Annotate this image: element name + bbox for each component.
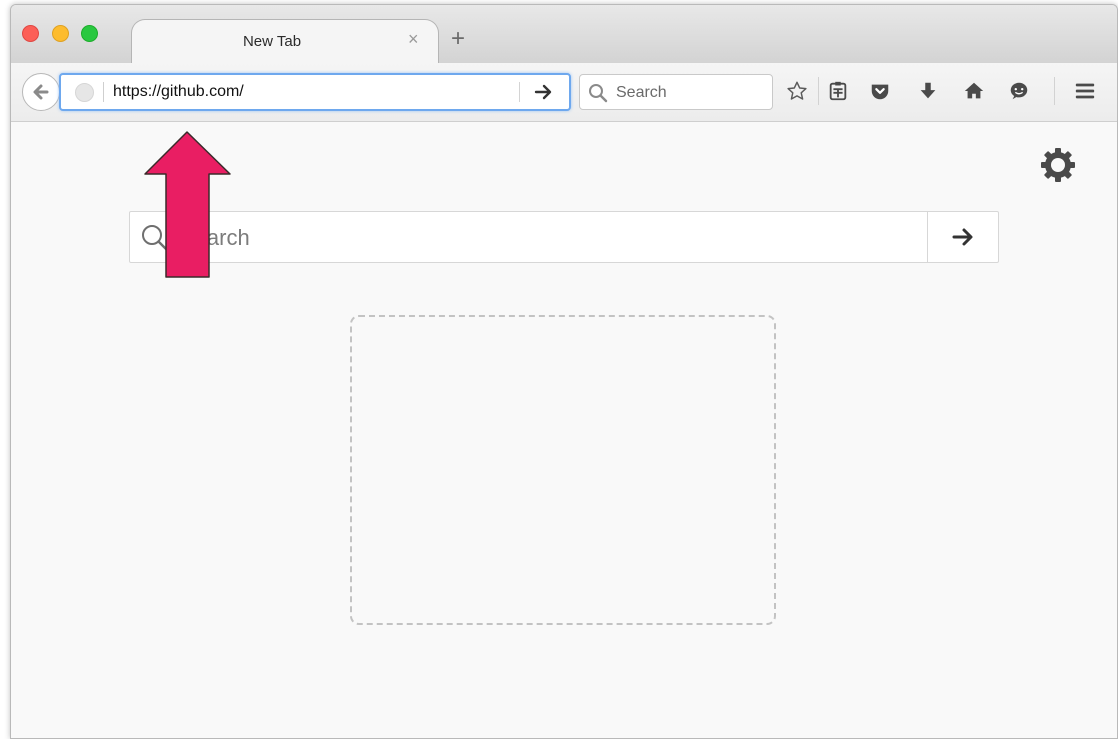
toolbar-search-input[interactable] (614, 81, 768, 105)
tab-close-icon[interactable]: × (408, 29, 419, 50)
arrow-right-icon (952, 228, 973, 246)
chat-icon[interactable] (1007, 79, 1031, 103)
toolbar-divider (1054, 77, 1055, 105)
reading-list-icon[interactable] (826, 79, 850, 103)
download-icon[interactable] (916, 79, 940, 103)
close-window-button[interactable] (22, 25, 39, 42)
star-icon[interactable] (785, 79, 809, 103)
toolbar-divider (818, 77, 819, 105)
gear-icon[interactable] (1039, 146, 1077, 184)
go-arrow-icon[interactable] (533, 82, 553, 102)
toolbar-search-box[interactable] (579, 74, 773, 110)
back-button[interactable] (22, 73, 60, 111)
tab-strip: New Tab × + (11, 5, 1117, 65)
back-arrow-icon (33, 84, 49, 100)
url-text[interactable]: https://github.com/ (113, 83, 244, 101)
newtab-search-go-button[interactable] (927, 212, 998, 262)
newtab-search-input[interactable] (178, 224, 922, 252)
new-tab-button[interactable]: + (451, 27, 465, 51)
annotation-up-arrow (144, 131, 231, 278)
nav-toolbar: https://github.com/ (11, 63, 1117, 122)
browser-window: New Tab × + https://github.com/ (10, 4, 1118, 739)
newtab-search-box[interactable] (129, 211, 999, 263)
zoom-window-button[interactable] (81, 25, 98, 42)
url-separator (103, 82, 104, 102)
pocket-icon[interactable] (868, 79, 892, 103)
menu-icon[interactable] (1073, 79, 1097, 103)
empty-tile-placeholder (350, 315, 776, 625)
globe-icon (75, 83, 94, 102)
search-icon (589, 84, 608, 103)
tab-title: New Tab (242, 33, 302, 50)
home-icon[interactable] (962, 79, 986, 103)
tab-new-tab[interactable]: New Tab × (131, 19, 439, 65)
go-separator (519, 82, 520, 102)
url-bar[interactable]: https://github.com/ (59, 73, 571, 111)
minimize-window-button[interactable] (52, 25, 69, 42)
